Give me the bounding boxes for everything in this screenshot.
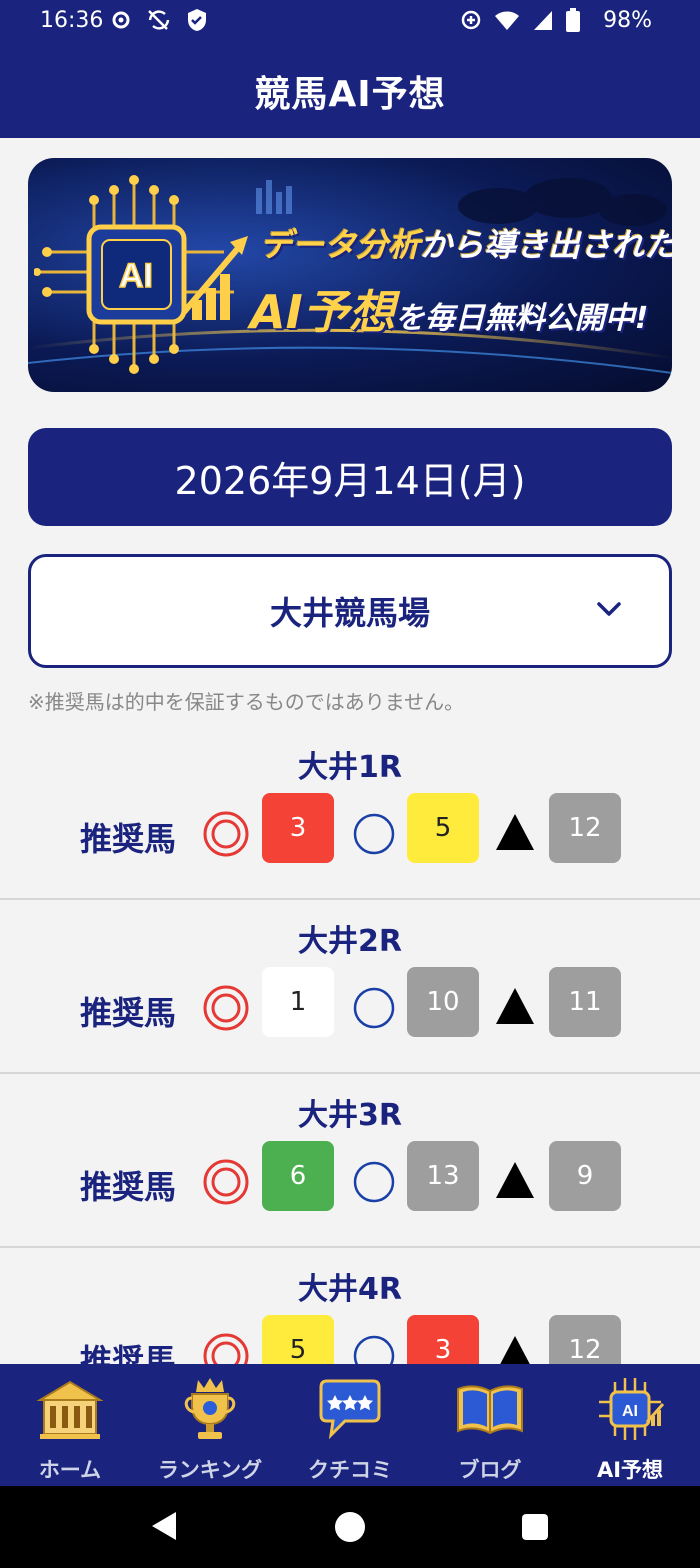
nav-label-blog: ブログ <box>458 1458 522 1482</box>
chevron-down-icon <box>597 602 621 616</box>
race-row: 大井2R 推奨馬 1 10 11 <box>0 900 700 1074</box>
battery-icon <box>566 8 580 32</box>
chip-label: AI <box>119 257 153 295</box>
nav-label-ai-prediction: AI予想 <box>596 1458 664 1482</box>
horse-number-badge: 10 <box>407 967 479 1037</box>
recommend-label: 推奨馬 <box>80 1342 177 1366</box>
double-circle-mark-icon <box>202 1332 250 1366</box>
circle-mark-icon <box>352 986 396 1034</box>
horse-number-badge: 1 <box>262 967 334 1037</box>
nav-item-home[interactable]: ホーム <box>0 1364 140 1486</box>
horse-number-badge: 9 <box>549 1141 621 1211</box>
triangle-mark-icon <box>494 1334 536 1366</box>
race-date-bar: 2026年9月14日(月) <box>28 428 672 526</box>
book-icon <box>457 1385 523 1435</box>
system-nav-bar <box>0 1486 700 1568</box>
race-title: 大井1R <box>298 750 402 785</box>
horse-number-badge: 13 <box>407 1141 479 1211</box>
circle-mark-icon <box>352 1334 396 1366</box>
double-circle-mark-icon <box>202 984 250 1036</box>
shield-icon <box>188 9 206 31</box>
recommend-label: 推奨馬 <box>80 1168 177 1206</box>
status-bar: 16:36 98% <box>0 0 700 44</box>
banner-headline-line1: データ分析から導き出された <box>260 226 672 264</box>
ai-chip-icon: AI <box>599 1378 665 1440</box>
nav-label-reviews: クチコミ <box>308 1458 392 1482</box>
double-circle-mark-icon <box>202 1158 250 1210</box>
horse-number-badge: 3 <box>262 793 334 863</box>
page-title: 競馬AI予想 <box>254 74 446 115</box>
race-date: 2026年9月14日(月) <box>174 458 526 503</box>
nav-item-blog[interactable]: ブログ <box>420 1364 560 1486</box>
nav-label-ranking: ランキング <box>157 1458 263 1482</box>
horse-number-badge: 12 <box>549 1315 621 1366</box>
promo-banner[interactable]: AI データ分析から導き出された AI予想を毎日無料公開中! <box>28 158 672 392</box>
race-title: 大井4R <box>298 1272 402 1307</box>
horse-number-badge: 5 <box>407 793 479 863</box>
bottom-nav: ホーム ランキング クチコミ ブログ AI AI予想 <box>0 1364 700 1486</box>
triangle-mark-icon <box>494 1160 536 1204</box>
horse-number-badge: 3 <box>407 1315 479 1366</box>
race-row: 大井1R 推奨馬 3 5 12 <box>0 726 700 900</box>
banner-headline-line2: AI予想を毎日無料公開中! <box>250 285 649 339</box>
nav-item-ai-prediction[interactable]: AI AI予想 <box>560 1364 700 1486</box>
horse-number-badge: 6 <box>262 1141 334 1211</box>
wifi-icon <box>495 11 519 30</box>
battery-percent: 98% <box>603 8 652 33</box>
trophy-icon <box>184 1378 236 1439</box>
triangle-mark-icon <box>494 986 536 1030</box>
horse-number-badge: 12 <box>549 793 621 863</box>
app-bar: 競馬AI予想 <box>0 44 700 138</box>
venue-select[interactable]: 大井競馬場 <box>28 554 672 668</box>
review-bubble-icon <box>319 1379 381 1439</box>
recents-icon[interactable] <box>522 1514 548 1540</box>
horse-number-badge: 11 <box>549 967 621 1037</box>
recommend-label: 推奨馬 <box>80 820 177 858</box>
nav-label-home: ホーム <box>38 1458 102 1482</box>
ai-chip-graphic: AI <box>34 175 248 374</box>
double-circle-mark-icon <box>202 810 250 862</box>
settings-icon <box>112 11 130 29</box>
race-title: 大井2R <box>298 924 402 959</box>
status-time: 16:36 <box>40 8 104 33</box>
home-building-icon <box>36 1380 104 1439</box>
recommend-label: 推奨馬 <box>80 994 177 1032</box>
circle-mark-icon <box>352 1160 396 1208</box>
nav-item-ranking[interactable]: ランキング <box>140 1364 280 1486</box>
signal-icon <box>534 11 552 30</box>
race-title: 大井3R <box>298 1098 402 1133</box>
svg-text:AI: AI <box>622 1403 638 1420</box>
race-list: 大井1R 推奨馬 3 5 12 大井2R 推奨馬 1 10 11 大井3R 推奨馬 6 13 9 大井4R 推奨… <box>0 726 700 1366</box>
horse-number-badge: 5 <box>262 1315 334 1366</box>
disclaimer-text: ※推奨馬は的中を保証するものではありません。 <box>28 690 465 714</box>
triangle-mark-icon <box>494 812 536 856</box>
home-circle-icon[interactable] <box>335 1512 365 1542</box>
nav-item-reviews[interactable]: クチコミ <box>280 1364 420 1486</box>
circle-mark-icon <box>352 812 396 860</box>
race-row: 大井4R 推奨馬 5 3 12 <box>0 1248 700 1366</box>
race-row: 大井3R 推奨馬 6 13 9 <box>0 1074 700 1248</box>
venue-selected-value: 大井競馬場 <box>269 594 430 632</box>
data-saver-icon <box>461 10 481 30</box>
sync-icon <box>148 10 170 30</box>
back-icon[interactable] <box>150 1510 178 1542</box>
